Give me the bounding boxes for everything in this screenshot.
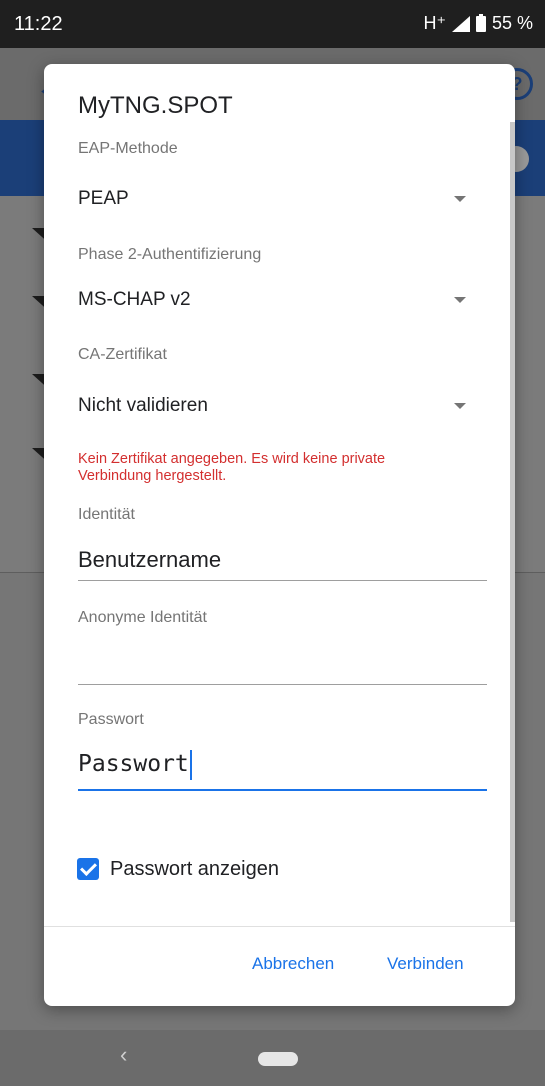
phase2-label: Phase 2-Authentifizierung: [78, 246, 262, 263]
dropdown-arrow-icon[interactable]: [454, 403, 466, 409]
battery-level: 55 %: [491, 13, 533, 33]
ca-cert-label: CA-Zertifikat: [78, 346, 167, 363]
password-underline: [78, 789, 487, 791]
cancel-button[interactable]: Abbrechen: [252, 954, 334, 974]
certificate-warning: Kein Zertifikat angegeben. Es wird keine…: [78, 451, 386, 484]
show-password-label[interactable]: Passwort anzeigen: [110, 858, 279, 881]
nav-home-icon[interactable]: [258, 1052, 298, 1066]
scrollbar[interactable]: [510, 122, 515, 922]
status-time: 11:22: [14, 13, 63, 35]
nav-back-icon[interactable]: ‹: [120, 1042, 127, 1068]
wifi-config-dialog: MyTNG.SPOT EAP-Methode PEAP Phase 2-Auth…: [44, 64, 515, 1006]
phase2-select[interactable]: MS-CHAP v2: [78, 289, 191, 311]
password-field[interactable]: Passwort: [78, 750, 192, 780]
dropdown-arrow-icon[interactable]: [454, 196, 466, 202]
identity-input[interactable]: Benutzername: [78, 547, 221, 573]
signal-icon: [451, 15, 470, 32]
status-bar: 11:22 H⁺ 55 %: [0, 0, 545, 48]
eap-method-label: EAP-Methode: [78, 140, 178, 157]
dialog-footer-divider: [44, 926, 515, 927]
identity-label: Identität: [78, 506, 135, 523]
status-icons: H⁺ 55 %: [423, 13, 533, 34]
navigation-bar: ‹: [0, 1030, 545, 1086]
network-type: H⁺: [423, 13, 446, 33]
password-input[interactable]: Passwort: [78, 751, 189, 777]
anon-identity-label: Anonyme Identität: [78, 609, 207, 626]
connect-button[interactable]: Verbinden: [387, 954, 464, 974]
battery-icon: [475, 13, 486, 32]
dialog-title: MyTNG.SPOT: [78, 92, 233, 119]
eap-method-select[interactable]: PEAP: [78, 188, 129, 210]
checkbox-checked-icon[interactable]: [77, 858, 99, 880]
anon-identity-underline: [78, 684, 487, 685]
password-label: Passwort: [78, 711, 144, 728]
dropdown-arrow-icon[interactable]: [454, 297, 466, 303]
identity-underline: [78, 580, 487, 581]
ca-cert-select[interactable]: Nicht validieren: [78, 395, 208, 417]
text-cursor: [189, 750, 192, 780]
